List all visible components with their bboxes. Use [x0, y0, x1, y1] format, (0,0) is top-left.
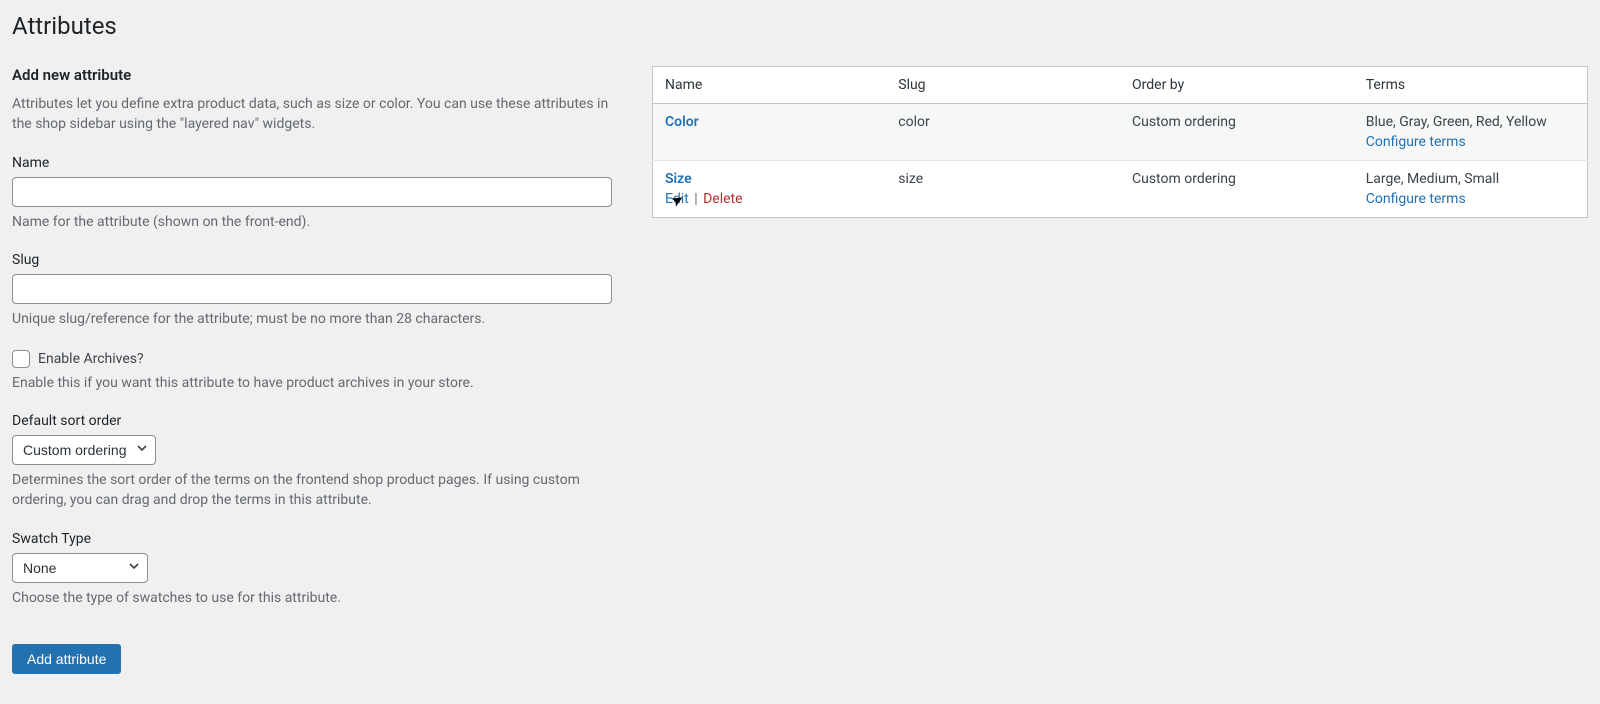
enable-archives-checkbox[interactable] [12, 350, 30, 368]
delete-link[interactable]: Delete [703, 191, 742, 207]
enable-archives-label: Enable Archives? [38, 351, 144, 367]
swatch-type-hint: Choose the type of swatches to use for t… [12, 589, 612, 609]
name-hint: Name for the attribute (shown on the fro… [12, 213, 612, 233]
table-row: Size Edit | Delete➤ sizeCustom ordering Lar… [653, 161, 1588, 218]
col-order: Order by [1120, 67, 1354, 104]
swatch-type-label: Swatch Type [12, 531, 612, 547]
slug-hint: Unique slug/reference for the attribute;… [12, 310, 612, 330]
attribute-terms: Large, Medium, Small [1366, 171, 1575, 187]
page-title: Attributes [12, 8, 1588, 40]
col-name: Name [653, 67, 887, 104]
sort-order-label: Default sort order [12, 413, 612, 429]
edit-link[interactable]: Edit [665, 191, 689, 207]
attribute-slug: size [886, 161, 1120, 218]
attribute-terms: Blue, Gray, Green, Red, Yellow [1366, 114, 1575, 130]
name-label: Name [12, 155, 612, 171]
configure-terms-link[interactable]: Configure terms [1366, 134, 1466, 150]
table-row: Color colorCustom ordering Blue, Gray, Gre… [653, 104, 1588, 161]
sort-order-hint: Determines the sort order of the terms o… [12, 471, 612, 510]
attribute-name-link[interactable]: Color [665, 114, 699, 130]
attribute-slug: color [886, 104, 1120, 161]
separator: | [689, 191, 703, 207]
attributes-table: Name Slug Order by Terms Color colorCusto… [652, 66, 1588, 218]
sort-order-select[interactable]: Custom ordering [12, 435, 156, 465]
col-terms: Terms [1354, 67, 1588, 104]
slug-label: Slug [12, 252, 612, 268]
col-slug: Slug [886, 67, 1120, 104]
row-actions: Edit | Delete➤ [665, 191, 874, 207]
add-attribute-form: Add new attribute Attributes let you def… [12, 66, 612, 674]
name-input[interactable] [12, 177, 612, 207]
attribute-order: Custom ordering [1120, 161, 1354, 218]
form-title: Add new attribute [12, 66, 612, 84]
attribute-order: Custom ordering [1120, 104, 1354, 161]
configure-terms-link[interactable]: Configure terms [1366, 191, 1466, 207]
attribute-name-link[interactable]: Size [665, 171, 692, 187]
form-intro: Attributes let you define extra product … [12, 94, 612, 135]
slug-input[interactable] [12, 274, 612, 304]
enable-archives-hint: Enable this if you want this attribute t… [12, 374, 612, 394]
swatch-type-select[interactable]: None [12, 553, 148, 583]
add-attribute-button[interactable]: Add attribute [12, 644, 121, 674]
